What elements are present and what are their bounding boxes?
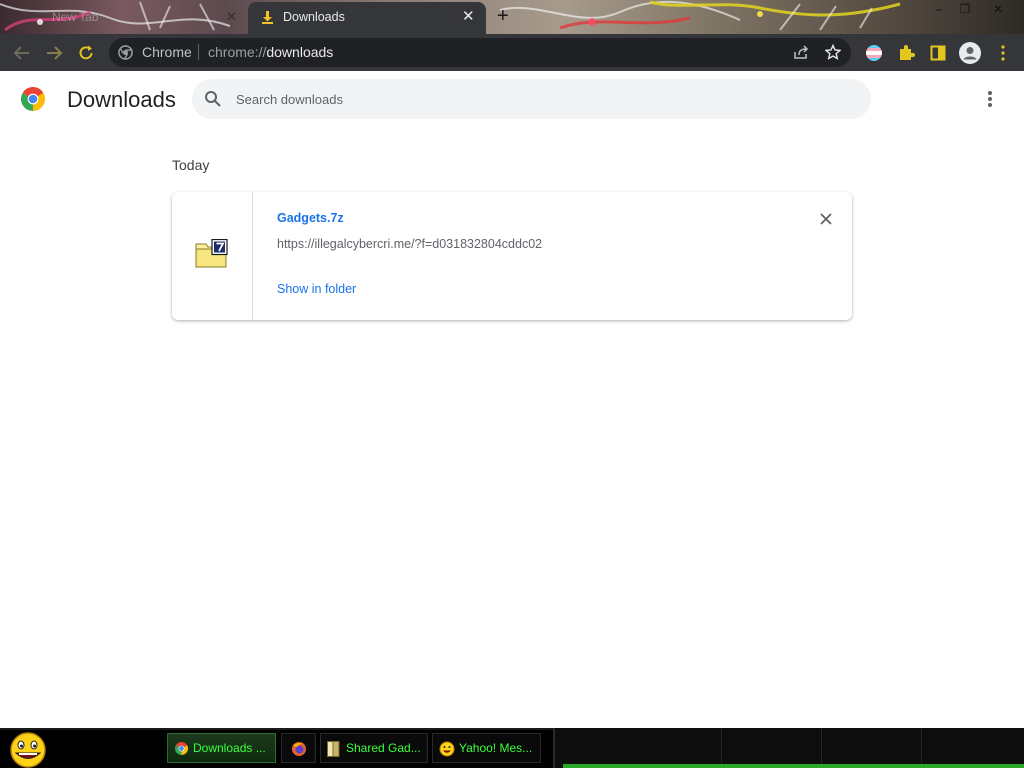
download-icon-column (172, 192, 253, 320)
taskbar-item-label: Downloads ... (193, 741, 266, 755)
url-host: downloads (266, 44, 334, 60)
site-chip-label: Chrome (142, 44, 192, 60)
remove-download-icon[interactable] (817, 210, 835, 228)
omnibox-separator (198, 44, 199, 60)
tab-new-tab[interactable]: New Tab ✕ (0, 4, 245, 34)
new-tab-button[interactable]: + (497, 3, 509, 29)
download-item: Gadgets.7z https://illegalcybercri.me/?f… (172, 192, 852, 320)
tray-grid-line (721, 728, 722, 764)
chrome-icon (175, 742, 188, 755)
profile-flag-icon[interactable] (862, 41, 886, 65)
tray-grid-line (921, 728, 922, 764)
taskbar-item-firefox[interactable] (281, 733, 316, 763)
more-actions-icon[interactable] (980, 89, 1000, 109)
start-smiley-icon[interactable] (8, 730, 48, 768)
star-icon[interactable] (821, 40, 845, 64)
taskbar-item-label: Shared Gad... (346, 741, 421, 755)
forward-icon[interactable] (42, 41, 66, 65)
firefox-icon (292, 742, 306, 756)
taskbar-item-downloads[interactable]: Downloads ... (167, 733, 276, 763)
file-name-link[interactable]: Gadgets.7z (277, 211, 344, 225)
show-in-folder-link[interactable]: Show in folder (277, 282, 356, 296)
chrome-logo-icon (21, 87, 45, 111)
search-icon (205, 91, 221, 107)
close-window-button[interactable]: ✕ (984, 0, 1012, 18)
search-input[interactable] (236, 89, 836, 109)
url-scheme: chrome:// (208, 44, 267, 60)
tab-downloads[interactable]: Downloads ✕ (248, 2, 486, 34)
date-heading: Today (172, 157, 210, 173)
minimize-button[interactable]: – (925, 0, 953, 18)
share-icon[interactable] (789, 40, 813, 64)
extensions-icon[interactable] (894, 41, 918, 65)
address-bar[interactable]: Chrome chrome://downloads (109, 38, 851, 67)
chrome-site-icon (118, 45, 133, 60)
system-tray (553, 728, 1024, 768)
messenger-smiley-icon (439, 741, 455, 757)
browser-toolbar: Chrome chrome://downloads (0, 34, 1024, 71)
tab-label: Downloads (283, 10, 345, 24)
folder-icon (327, 741, 340, 757)
account-icon[interactable] (958, 41, 982, 65)
downloads-page: Downloads Today Gadgets.7z http (0, 71, 1024, 728)
tray-grid-line (821, 728, 822, 764)
sidepanel-icon[interactable] (926, 41, 950, 65)
page-title: Downloads (67, 87, 176, 112)
source-url[interactable]: https://illegalcybercri.me/?f=d031832804… (277, 237, 542, 251)
close-tab-icon[interactable]: ✕ (462, 8, 475, 26)
taskbar: Downloads ... Shared Gad... Yahoo! Mes..… (0, 728, 1024, 768)
search-box[interactable] (192, 79, 871, 119)
taskbar-item-label: Yahoo! Mes... (459, 741, 533, 755)
7z-archive-icon[interactable] (195, 239, 229, 269)
menu-icon[interactable] (991, 41, 1015, 65)
title-bar: New Tab ✕ Downloads ✕ + – ❐ ✕ (0, 0, 1024, 34)
back-icon[interactable] (10, 41, 34, 65)
tab-label: New Tab (52, 10, 99, 24)
restore-button[interactable]: ❐ (951, 0, 979, 18)
page-header: Downloads (0, 71, 1024, 127)
reload-icon[interactable] (74, 41, 98, 65)
tray-activity-bar (563, 764, 1024, 768)
taskbar-item-shared-gadgets[interactable]: Shared Gad... (320, 733, 428, 763)
download-favicon-icon (262, 11, 273, 24)
close-tab-icon[interactable]: ✕ (226, 9, 237, 25)
taskbar-item-yahoo-messenger[interactable]: Yahoo! Mes... (432, 733, 541, 763)
url-text[interactable]: chrome://downloads (208, 44, 333, 60)
